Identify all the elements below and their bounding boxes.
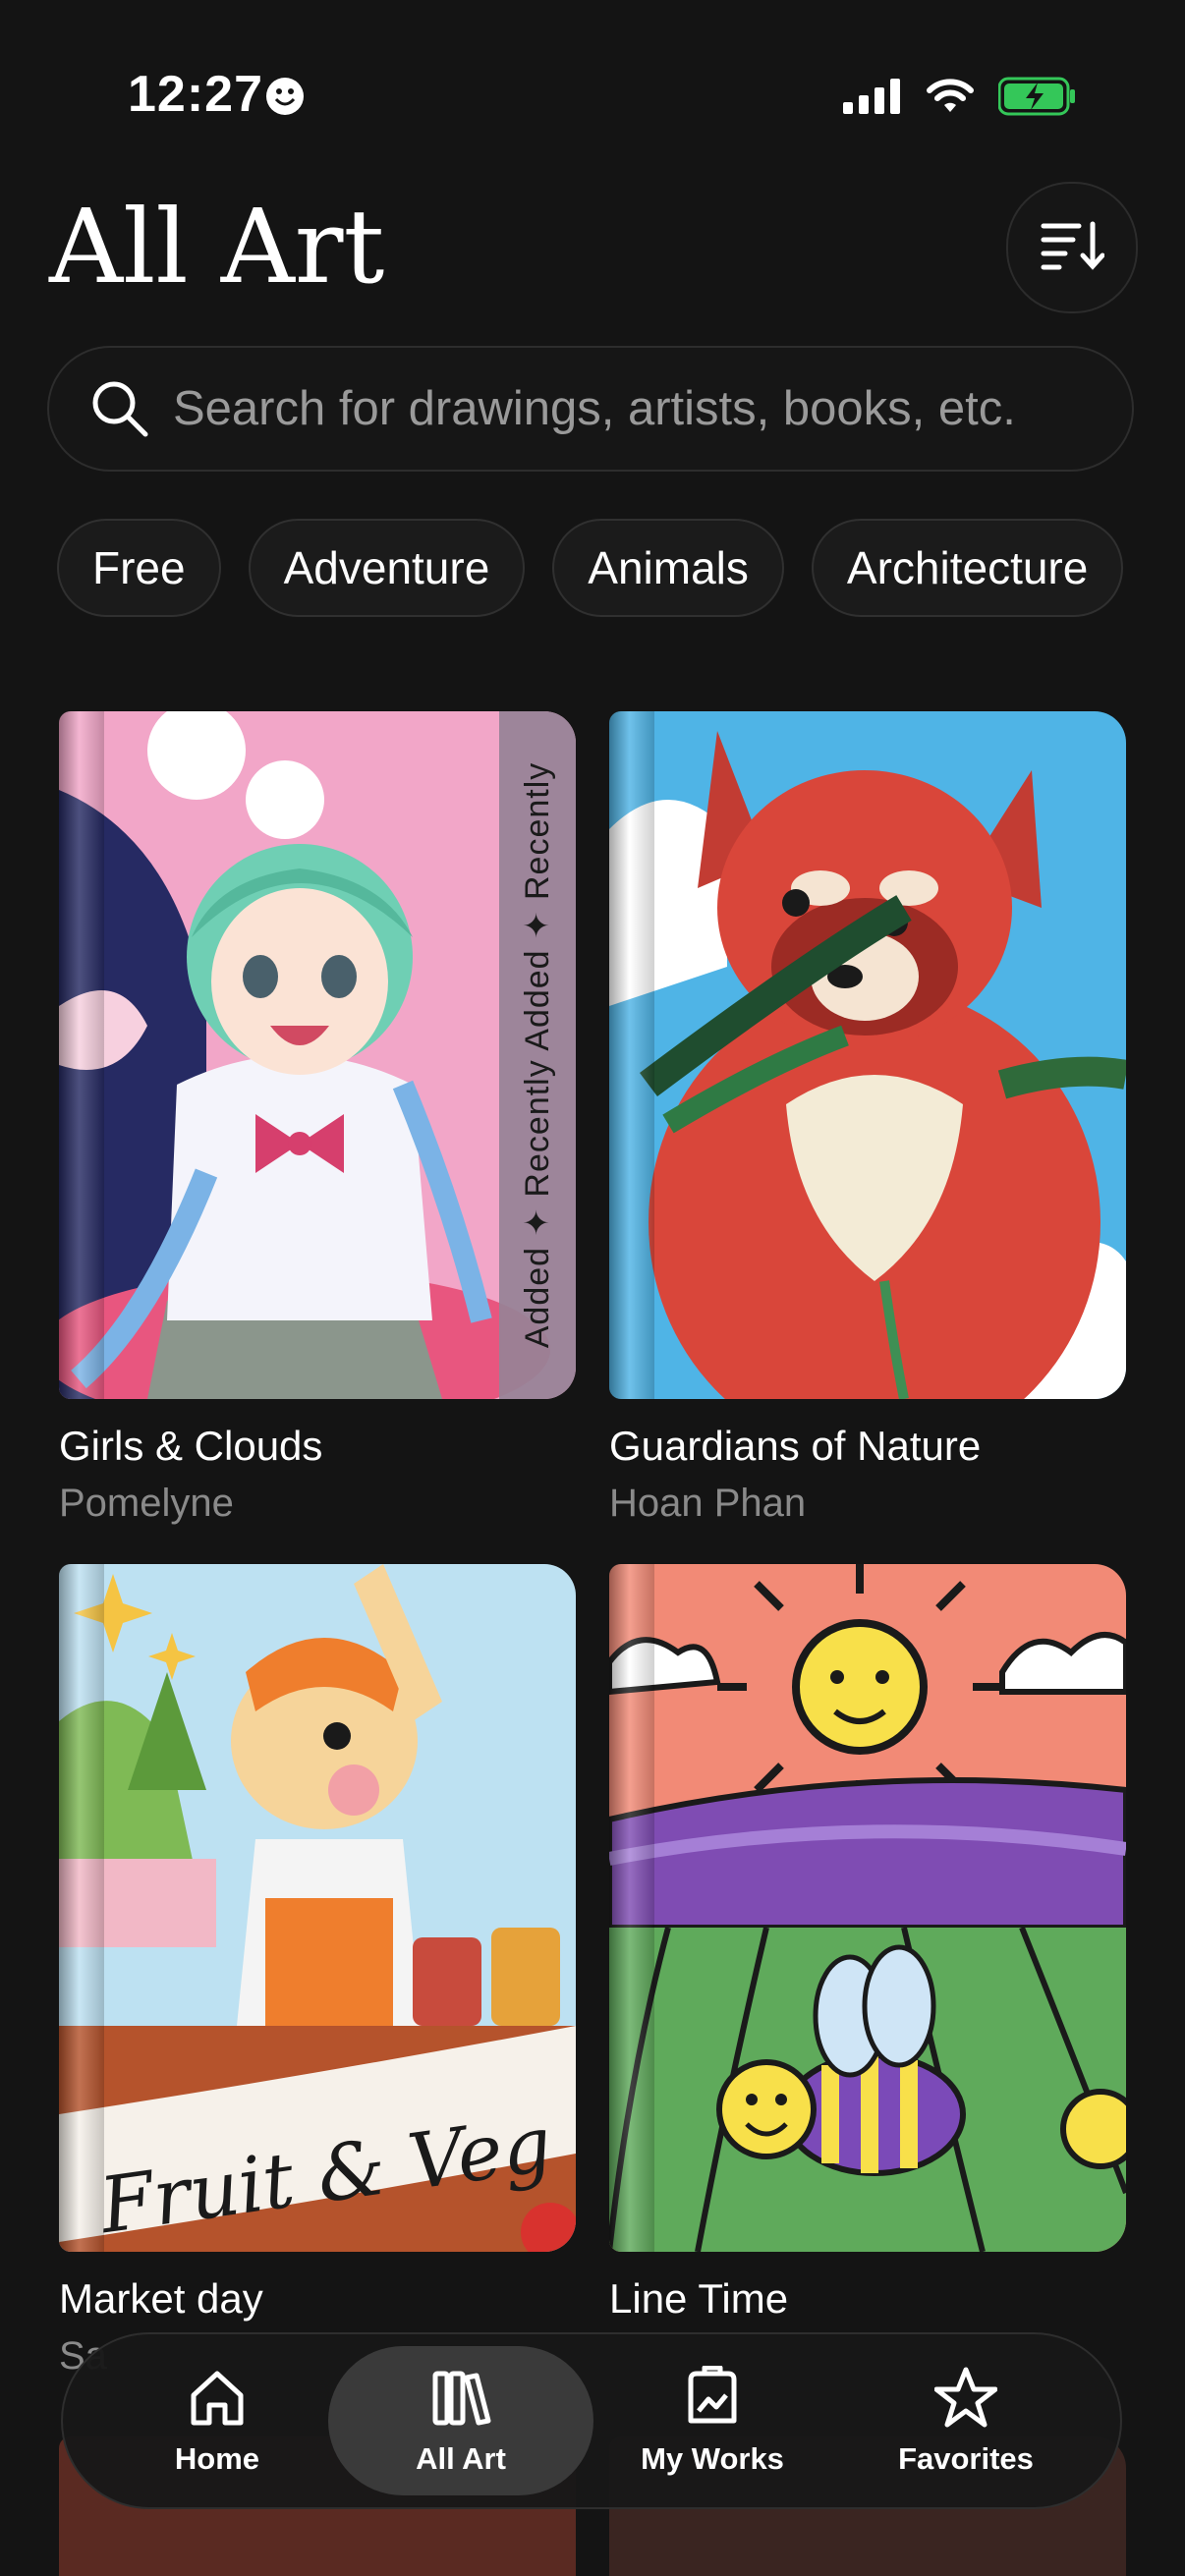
cellular-signal-icon bbox=[843, 79, 902, 119]
chip-architecture[interactable]: Architecture bbox=[811, 519, 1124, 617]
book-spine bbox=[609, 711, 654, 1399]
tab-bar: Home All Art My Works Favorites bbox=[61, 2332, 1122, 2509]
chip-free[interactable]: Free bbox=[57, 519, 221, 617]
book-cover[interactable]: Fruit & Veg bbox=[59, 1564, 576, 2252]
book-cover[interactable]: Added ✦ Recently Added ✦ Recently bbox=[59, 711, 576, 1399]
art-card-line-time[interactable]: Line Time bbox=[609, 1564, 1126, 2334]
card-title: Market day bbox=[59, 2275, 263, 2322]
art-card-guardians-of-nature[interactable]: Guardians of Nature Hoan Phan bbox=[609, 711, 1126, 1526]
star-icon bbox=[933, 2366, 998, 2434]
my-works-icon bbox=[681, 2365, 744, 2434]
tab-label: Favorites bbox=[898, 2440, 1034, 2476]
recently-added-ribbon: Added ✦ Recently Added ✦ Recently bbox=[499, 711, 576, 1399]
book-cover[interactable] bbox=[609, 711, 1126, 1399]
book-spine bbox=[59, 711, 104, 1399]
home-icon bbox=[186, 2366, 249, 2434]
art-card-market-day[interactable]: Fruit & Veg Market day Sa bbox=[59, 1564, 576, 2379]
card-artist: Hoan Phan bbox=[609, 1482, 807, 1525]
sort-icon bbox=[1040, 220, 1105, 276]
tab-label: All Art bbox=[416, 2440, 506, 2476]
search-bar[interactable] bbox=[47, 346, 1134, 472]
tab-label: Home bbox=[174, 2440, 260, 2476]
tab-home[interactable]: Home bbox=[85, 2346, 350, 2495]
chip-animals[interactable]: Animals bbox=[552, 519, 784, 617]
card-artist: Pomelyne bbox=[59, 1482, 234, 1525]
search-input[interactable] bbox=[173, 381, 1116, 436]
tab-all-art[interactable]: All Art bbox=[328, 2346, 593, 2495]
page-title: All Art bbox=[49, 187, 385, 307]
battery-charging-icon bbox=[997, 77, 1077, 121]
status-bar: 12:27 bbox=[0, 0, 1185, 196]
tab-my-works[interactable]: My Works bbox=[580, 2346, 845, 2495]
card-title: Line Time bbox=[609, 2275, 789, 2322]
book-cover[interactable] bbox=[609, 1564, 1126, 2252]
book-spine bbox=[59, 1564, 104, 2252]
focus-smiley-icon bbox=[265, 77, 305, 121]
status-time: 12:27 bbox=[128, 66, 263, 123]
books-icon bbox=[429, 2366, 492, 2434]
tab-favorites[interactable]: Favorites bbox=[833, 2346, 1099, 2495]
chip-adventure[interactable]: Adventure bbox=[248, 519, 526, 617]
search-icon bbox=[88, 377, 151, 440]
wifi-icon bbox=[926, 79, 975, 119]
sort-button[interactable] bbox=[1006, 182, 1138, 313]
category-chips: Free Adventure Animals Architecture bbox=[57, 519, 1124, 617]
tab-label: My Works bbox=[641, 2440, 784, 2476]
card-title: Girls & Clouds bbox=[59, 1423, 323, 1469]
book-spine bbox=[609, 1564, 654, 2252]
ribbon-label: Added ✦ Recently Added ✦ Recently bbox=[519, 761, 556, 1349]
art-card-girls-clouds[interactable]: Added ✦ Recently Added ✦ Recently Girls … bbox=[59, 711, 576, 1526]
card-title: Guardians of Nature bbox=[609, 1423, 982, 1469]
